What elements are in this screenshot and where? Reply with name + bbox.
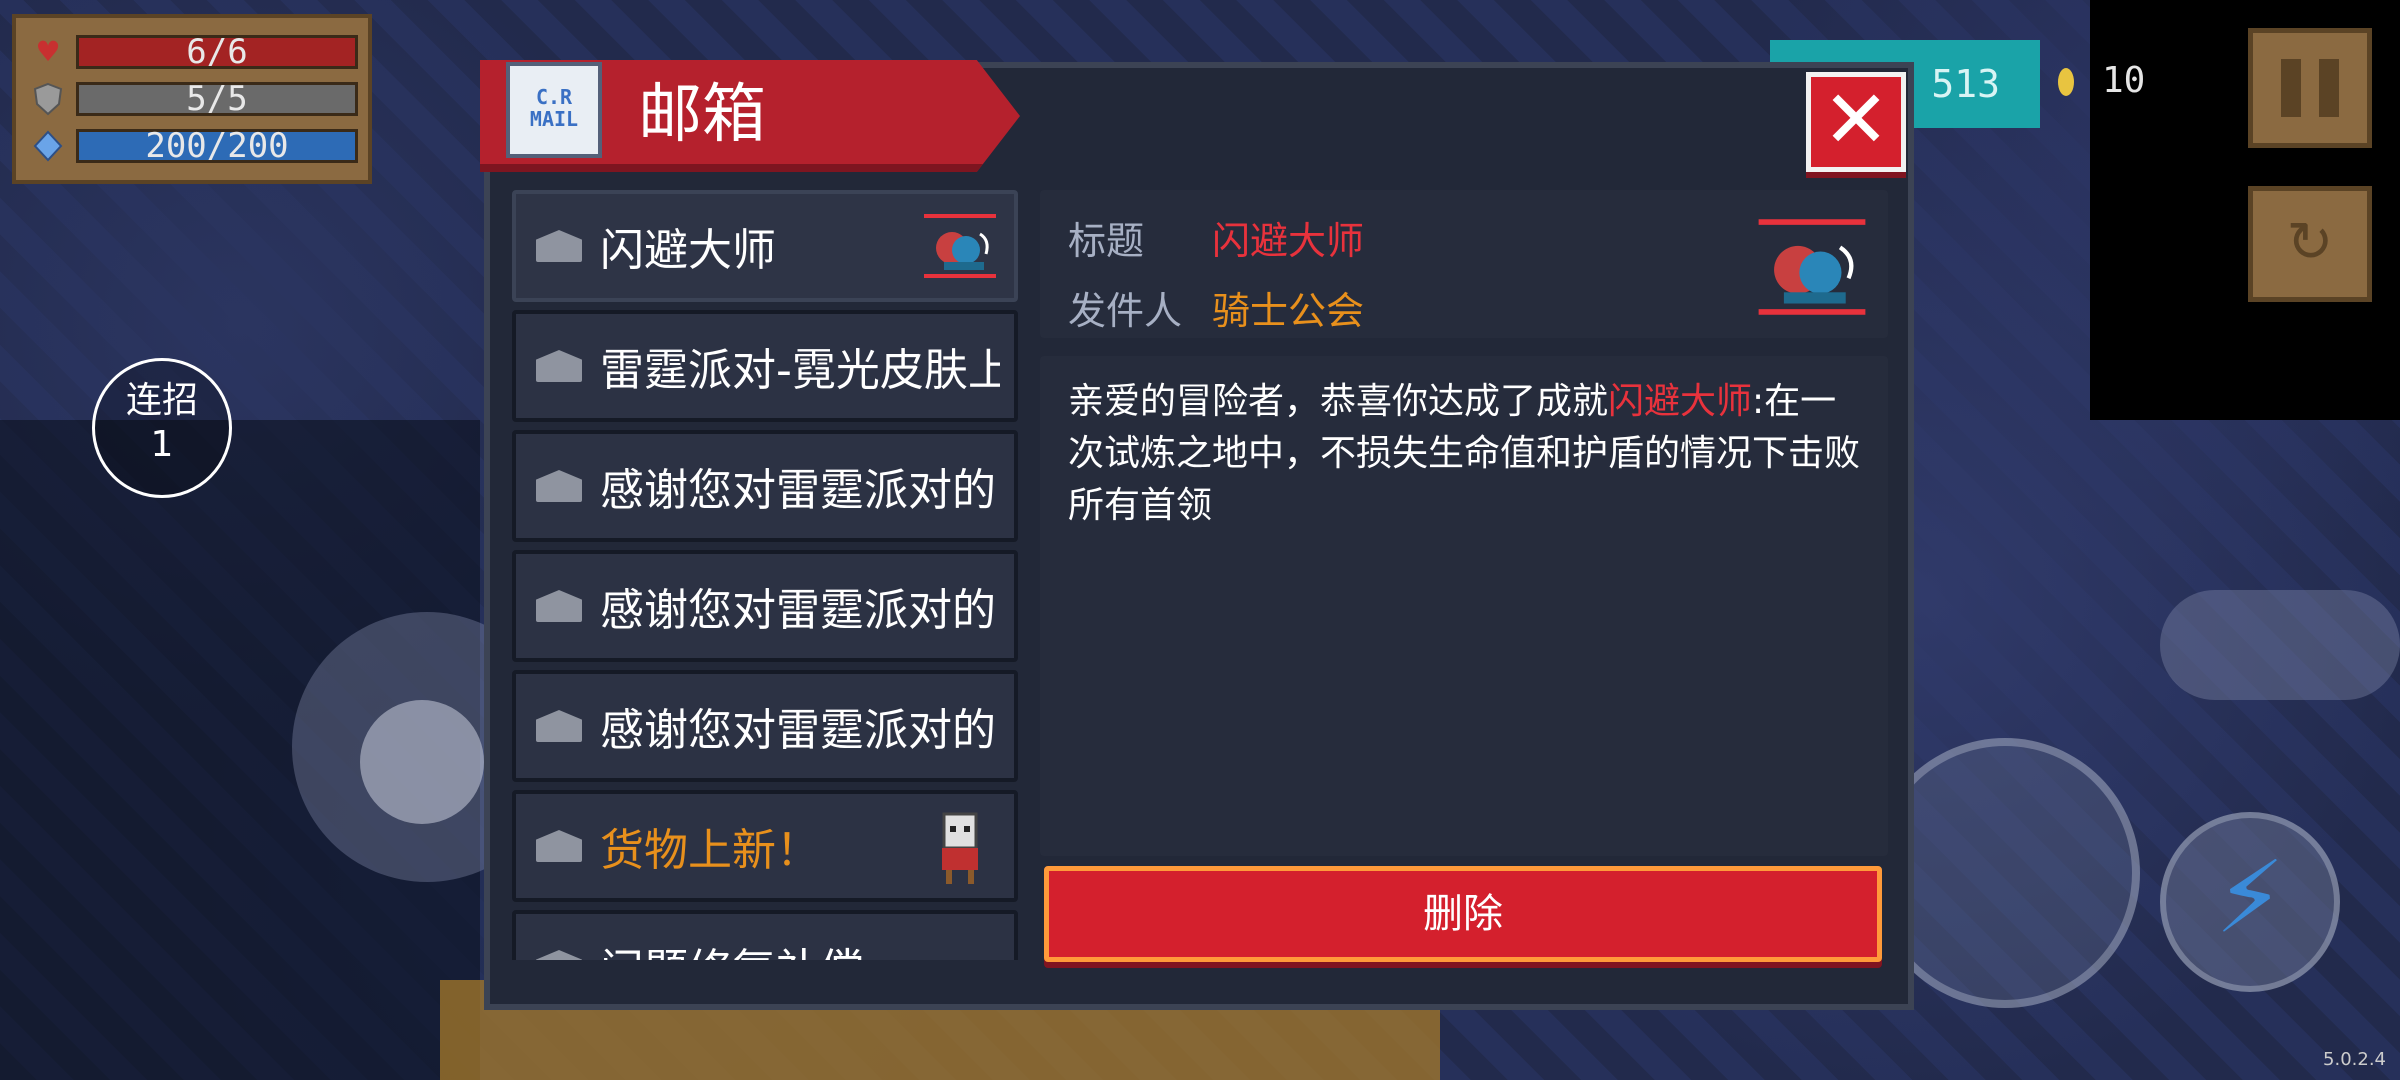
envelope-icon xyxy=(536,950,582,960)
mail-icon-text: C.R MAIL xyxy=(529,85,579,131)
mail-item[interactable]: 问题修复补偿 xyxy=(512,910,1018,960)
hp-bar: 6/6 xyxy=(76,34,358,69)
player-stats-panel: ♥ 6/6 5/5 200/200 xyxy=(12,14,372,184)
armor-row: 5/5 xyxy=(30,75,358,122)
mail-list[interactable]: 闪避大师 雷霆派对-霓光皮肤上 感谢您对雷霆派对的 感谢您对雷霆派对的 感谢您对… xyxy=(512,190,1018,960)
energy-row: 200/200 xyxy=(30,122,358,169)
dodge-master-badge-icon xyxy=(924,214,996,278)
mail-item-label: 雷霆派对-霓光皮肤上 xyxy=(600,345,1000,396)
mail-item[interactable]: 感谢您对雷霆派对的 xyxy=(512,550,1018,662)
close-button[interactable]: ✕ xyxy=(1806,72,1906,172)
lightning-icon: ⚡ xyxy=(2214,839,2286,956)
mail-icon: C.R MAIL xyxy=(506,62,602,158)
mail-item[interactable]: 感谢您对雷霆派对的 xyxy=(512,670,1018,782)
coin-count: 10 xyxy=(2102,60,2146,101)
mail-item-label: 感谢您对雷霆派对的 xyxy=(600,705,996,756)
weapon-slot[interactable] xyxy=(2160,590,2400,700)
combo-count: 1 xyxy=(150,424,174,465)
heart-icon: ♥ xyxy=(35,35,61,68)
envelope-icon xyxy=(536,230,582,262)
delete-button[interactable]: 删除 xyxy=(1044,866,1882,962)
envelope-icon xyxy=(536,470,582,502)
envelope-icon xyxy=(536,710,582,742)
achievement-name: 闪避大师 xyxy=(1608,381,1753,422)
coin-icon xyxy=(2058,68,2074,96)
mail-item[interactable]: 货物上新！ xyxy=(512,790,1018,902)
shield-icon xyxy=(30,82,66,115)
swap-icon: ↻ xyxy=(2286,210,2334,275)
mail-body: 亲爱的冒险者，恭喜你达成了成就闪避大师:在一次试炼之地中，不损失生命值和护盾的情… xyxy=(1040,356,1888,856)
mail-item-label: 问题修复补偿 xyxy=(600,934,1000,960)
skill-button[interactable]: ⚡ xyxy=(2160,812,2340,992)
pause-button[interactable] xyxy=(2248,28,2372,148)
mail-item-label: 感谢您对雷霆派对的 xyxy=(600,585,996,636)
title-value: 闪避大师 xyxy=(1212,219,1365,263)
move-joystick-knob[interactable] xyxy=(360,700,484,824)
hp-row: ♥ 6/6 xyxy=(30,28,358,75)
body-text: 亲爱的冒险者，恭喜你达成了成就 xyxy=(1068,381,1609,422)
mail-item[interactable]: 感谢您对雷霆派对的 xyxy=(512,430,1018,542)
sender-label: 发件人 xyxy=(1068,289,1183,333)
dodge-master-badge-icon xyxy=(1758,219,1866,315)
coin-counter: 10 xyxy=(2058,60,2145,101)
envelope-icon xyxy=(536,590,582,622)
dialog-title: 邮箱 xyxy=(638,78,766,152)
swap-weapon-button[interactable]: ↻ xyxy=(2248,186,2372,302)
sender-value: 骑士公会 xyxy=(1212,289,1365,333)
merchant-icon xyxy=(942,812,978,884)
energy-bar: 200/200 xyxy=(76,128,358,163)
envelope-icon xyxy=(536,830,582,862)
title-label: 标题 xyxy=(1068,219,1145,263)
combo-counter: 连招 1 xyxy=(92,358,232,498)
envelope-icon xyxy=(536,350,582,382)
combo-label: 连招 xyxy=(125,380,198,421)
mail-item-label: 感谢您对雷霆派对的 xyxy=(600,465,996,516)
pause-icon-left xyxy=(2281,59,2301,117)
energy-crystal-icon xyxy=(30,130,66,162)
mail-item[interactable]: 闪避大师 xyxy=(512,190,1018,302)
pause-icon-right xyxy=(2319,59,2339,117)
armor-bar: 5/5 xyxy=(76,81,358,116)
mail-item[interactable]: 雷霆派对-霓光皮肤上 xyxy=(512,310,1018,422)
version-label: 5.0.2.4 xyxy=(2323,1049,2386,1070)
